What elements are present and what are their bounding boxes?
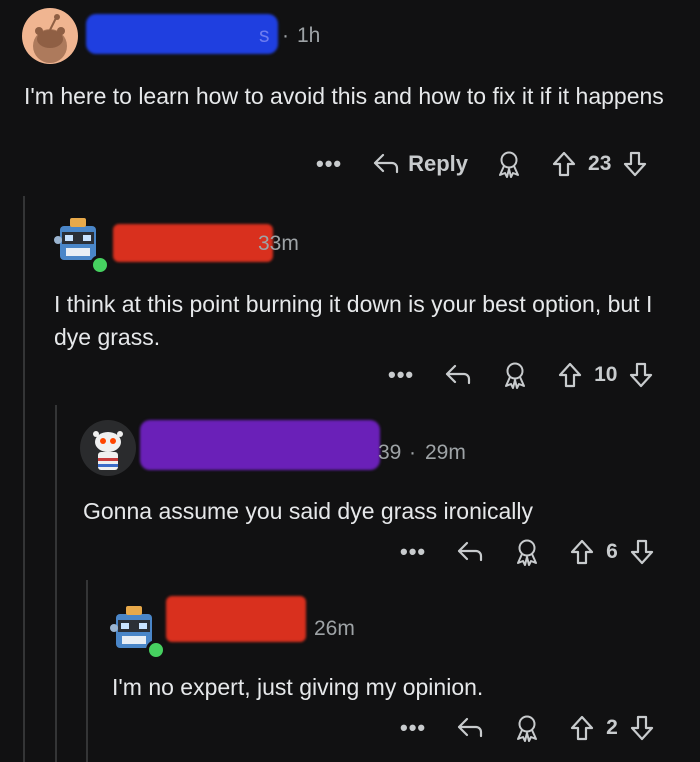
comment-body: Gonna assume you said dye grass ironical… <box>83 498 534 524</box>
reply-icon <box>446 364 471 385</box>
online-indicator <box>146 640 166 660</box>
more-options-button[interactable]: ••• <box>388 364 414 386</box>
username-redaction <box>166 596 306 642</box>
downvote-button[interactable] <box>623 151 647 177</box>
snoo-avatar-icon <box>33 14 67 63</box>
downvote-icon <box>630 715 653 741</box>
avatar[interactable] <box>22 8 78 64</box>
vote-count: 6 <box>606 540 618 563</box>
timestamp: 26m <box>314 617 355 640</box>
username-redaction <box>140 420 380 470</box>
online-indicator <box>90 255 110 275</box>
downvote-button[interactable] <box>630 539 654 565</box>
upvote-button[interactable] <box>570 715 594 741</box>
comment-actions: ••• 6 <box>400 538 654 566</box>
reply-button[interactable] <box>444 363 472 387</box>
upvote-icon <box>571 715 594 741</box>
upvote-icon <box>552 151 576 177</box>
comment-actions: ••• 10 <box>388 361 653 389</box>
more-options-button[interactable]: ••• <box>400 541 426 563</box>
avatar[interactable] <box>80 420 136 476</box>
award-icon <box>517 539 538 566</box>
upvote-button[interactable] <box>552 151 576 177</box>
downvote-button[interactable] <box>629 362 653 388</box>
timestamp: 33m <box>258 232 299 255</box>
vote-count: 10 <box>594 363 618 386</box>
thread-line-3 <box>86 580 88 762</box>
upvote-icon <box>571 539 594 565</box>
vote-count: 23 <box>588 152 612 175</box>
reply-button[interactable] <box>456 540 484 564</box>
thread-line-1 <box>23 196 25 762</box>
separator: · <box>282 24 289 47</box>
more-options-button[interactable]: ••• <box>316 153 342 175</box>
upvote-button[interactable] <box>570 539 594 565</box>
username-redaction <box>86 14 278 54</box>
reply-icon <box>374 153 399 174</box>
award-button[interactable] <box>514 538 540 566</box>
award-button[interactable] <box>502 361 528 389</box>
reply-icon <box>458 717 483 738</box>
thread-line-2 <box>55 405 57 762</box>
upvote-icon <box>559 362 582 388</box>
comment-body: I think at this point burning it down is… <box>54 291 653 350</box>
award-button[interactable] <box>514 714 540 742</box>
timestamp: 29m <box>425 441 466 464</box>
downvote-icon <box>624 151 647 177</box>
upvote-button[interactable] <box>558 362 582 388</box>
comment-actions: ••• Reply 23 <box>316 150 647 178</box>
award-button[interactable] <box>496 150 522 178</box>
reply-button[interactable] <box>456 716 484 740</box>
more-options-button[interactable]: ••• <box>400 717 426 739</box>
award-icon <box>505 362 526 389</box>
reply-label: Reply <box>408 151 469 176</box>
vote-count: 2 <box>606 716 618 739</box>
snoo-avatar-icon <box>93 431 123 470</box>
comment-body: I'm here to learn how to avoid this and … <box>24 83 664 109</box>
downvote-icon <box>630 539 653 565</box>
comment-actions: ••• 2 <box>400 714 654 742</box>
username-fragment: 39 <box>378 441 402 464</box>
username-fragment: s <box>259 24 270 47</box>
reply-icon <box>458 541 483 562</box>
separator: · <box>409 441 416 464</box>
timestamp: 1h <box>297 24 321 47</box>
username-redaction <box>113 224 273 262</box>
award-icon <box>517 715 538 742</box>
downvote-button[interactable] <box>630 715 654 741</box>
award-icon <box>499 151 520 178</box>
reply-button[interactable]: Reply <box>372 151 468 177</box>
comment-body: I'm no expert, just giving my opinion. <box>112 674 484 700</box>
downvote-icon <box>630 362 653 388</box>
